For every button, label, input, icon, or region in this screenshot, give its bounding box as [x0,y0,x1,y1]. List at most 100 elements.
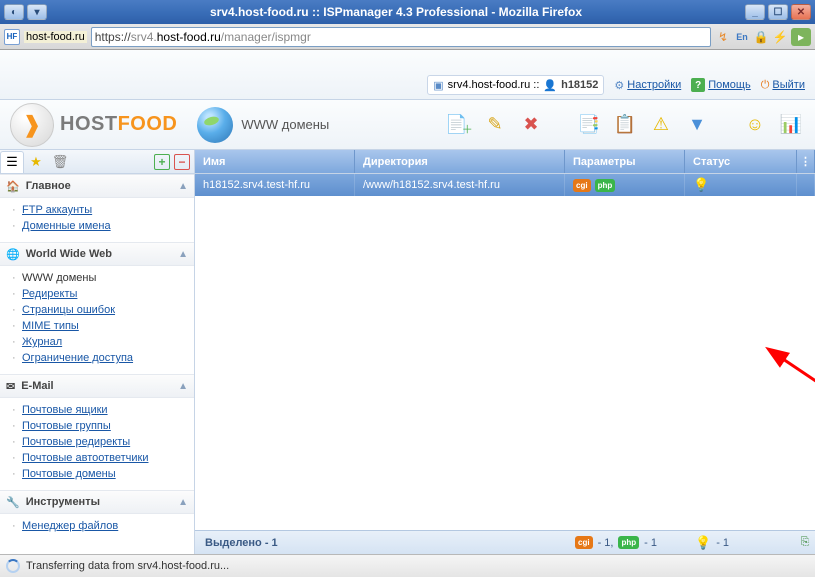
brand-logo: ❱ [10,103,54,147]
table-settings-icon[interactable]: ⋮ [797,150,815,173]
brand-toolbar-row: ❱ HOSTFOOD WWW домены 📄＋ ✎ ✖ 📑 📋 ⚠ ▼ ☺ 📊 [0,100,815,150]
maximize-button[interactable]: ☐ [768,4,788,20]
sidebar-item-link[interactable]: Почтовые редиректы [22,436,130,448]
settings-link[interactable]: Настройки [627,79,681,91]
mail-icon: ✉ [6,380,15,393]
main-area: 🏠Главное▲FTP аккаунтыДоменные имена🌐Worl… [0,174,815,574]
annotation-arrow [765,349,815,419]
sidebar-item: Редиректы [0,286,194,302]
sidebar-item-link[interactable]: Почтовые автоответчики [22,452,148,464]
help-icon: ? [691,78,705,92]
chevron-up-icon: ▲ [178,381,188,392]
sidebar-item-link[interactable]: Ограничение доступа [22,352,133,364]
sidebar-group-head[interactable]: 🏠Главное▲ [0,174,194,198]
sidebar-item-link[interactable]: FTP аккаунты [22,204,92,216]
close-button[interactable]: ✕ [791,4,811,20]
action2-button[interactable]: 📋 [611,111,639,139]
sidebar-item-link[interactable]: Журнал [22,336,62,348]
sidebar-item: Менеджер файлов [0,518,194,534]
delete-button[interactable]: ✖ [517,111,545,139]
help-link[interactable]: Помощь [708,79,751,91]
settings-icon: ⚙ [614,79,624,92]
window-app-icon[interactable]: ◐ [4,4,24,20]
export-icon[interactable]: ⎘ [795,536,815,549]
globe-icon [197,107,233,143]
action1-button[interactable]: 📑 [575,111,603,139]
cgi-badge: cgi [573,179,591,192]
rss-icon[interactable]: ↯ [715,29,731,45]
bolt-icon[interactable]: ⚡ [772,29,788,45]
url-host-grey: srv4. [131,30,157,44]
sidebar-item: Почтовые редиректы [0,434,194,450]
sidebar-item-link[interactable]: MIME типы [22,320,79,332]
sidebar-item-link[interactable]: Доменные имена [22,220,111,232]
sidebar-tab-list[interactable]: ☰ [0,151,24,173]
col-status[interactable]: Статус [685,150,797,173]
status-text: Transferring data from srv4.host-food.ru… [26,560,229,572]
sidebar-group-head[interactable]: 🌐World Wide Web▲ [0,242,194,266]
sidebar-group-title: Главное [26,180,71,192]
site-favicon[interactable]: HF [4,29,20,45]
sidebar-group-head[interactable]: 🔧Инструменты▲ [0,490,194,514]
isp-top-header: ▣ srv4.host-food.ru :: 👤 h18152 ⚙ Настро… [0,50,815,100]
server-icon: ▣ [433,79,443,92]
sidebar-item: Почтовые автоответчики [0,450,194,466]
expand-all-icon[interactable]: + [154,154,170,170]
translate-icon[interactable]: En [734,29,750,45]
main-toolbar: 📄＋ ✎ ✖ 📑 📋 ⚠ ▼ ☺ 📊 [445,111,805,139]
edit-button[interactable]: ✎ [481,111,509,139]
cell-name: h18152.srv4.test-hf.ru [195,174,355,196]
sidebar-tab-favorites[interactable]: ★ [24,151,48,173]
brand-text: HOSTFOOD [60,113,177,136]
sidebar-tab-trash[interactable]: 🗑 [48,151,72,173]
url-host: host-food.ru [157,30,221,44]
col-dir[interactable]: Директория [355,150,565,173]
logout-icon: ⏻ [761,79,770,92]
sidebar-item-link[interactable]: Страницы ошибок [22,304,115,316]
collapse-all-icon[interactable]: − [174,154,190,170]
chart-button[interactable]: 📊 [777,111,805,139]
sidebar-group-head[interactable]: ✉E-Mail▲ [0,374,194,398]
sidebar-item-link[interactable]: WWW домены [22,272,96,284]
filter-button[interactable]: ▼ [683,111,711,139]
window-title: srv4.host-food.ru :: ISPmanager 4.3 Prof… [47,5,745,19]
table-row[interactable]: h18152.srv4.test-hf.ru /www/h18152.srv4.… [195,174,815,196]
url-path: /manager/ispmgr [221,30,311,44]
sidebar-item: WWW домены [0,270,194,286]
chevron-up-icon: ▲ [178,497,188,508]
logout-link[interactable]: Выйти [772,79,805,91]
sidebar-item-link[interactable]: Почтовые домены [22,468,116,480]
chevron-up-icon: ▲ [178,181,188,192]
minimize-button[interactable]: _ [745,4,765,20]
lock-icon[interactable]: 🔒 [753,29,769,45]
sidebar-item: Журнал [0,334,194,350]
col-params[interactable]: Параметры [565,150,685,173]
sidebar-item: Ограничение доступа [0,350,194,366]
sidebar-item: FTP аккаунты [0,202,194,218]
url-input[interactable]: https://srv4.host-food.ru/manager/ispmgr [91,27,711,47]
sidebar-item: Почтовые группы [0,418,194,434]
loading-throbber-icon [6,559,20,573]
window-dropdown-icon[interactable]: ▾ [27,4,47,20]
sidebar-item-link[interactable]: Редиректы [22,288,77,300]
tools-icon: 🔧 [6,496,20,509]
add-button[interactable]: 📄＋ [445,111,473,139]
table-header: Имя Директория Параметры Статус ⋮ [195,150,815,173]
breadcrumb-pill: ▣ srv4.host-food.ru :: 👤 h18152 [427,75,604,95]
col-name[interactable]: Имя [195,150,355,173]
sidebar-item-link[interactable]: Почтовые группы [22,420,111,432]
warning-button[interactable]: ⚠ [647,111,675,139]
window-titlebar: ◐ ▾ srv4.host-food.ru :: ISPmanager 4.3 … [0,0,815,24]
sidebar-item-link[interactable]: Почтовые ящики [22,404,108,416]
browser-status-bar: Transferring data from srv4.host-food.ru… [0,554,815,577]
sidebar-item: Почтовые домены [0,466,194,482]
current-user: h18152 [561,79,598,91]
globe-icon: 🌐 [6,248,20,261]
go-button[interactable]: ▸ [791,28,811,46]
footer-status: 💡- 1 [685,535,795,551]
bulb-icon: 💡 [693,177,709,193]
sidebar-item-link[interactable]: Менеджер файлов [22,520,118,532]
smile-button[interactable]: ☺ [741,111,769,139]
sidebar-item: Почтовые ящики [0,402,194,418]
url-security-domain[interactable]: host-food.ru [24,31,87,43]
